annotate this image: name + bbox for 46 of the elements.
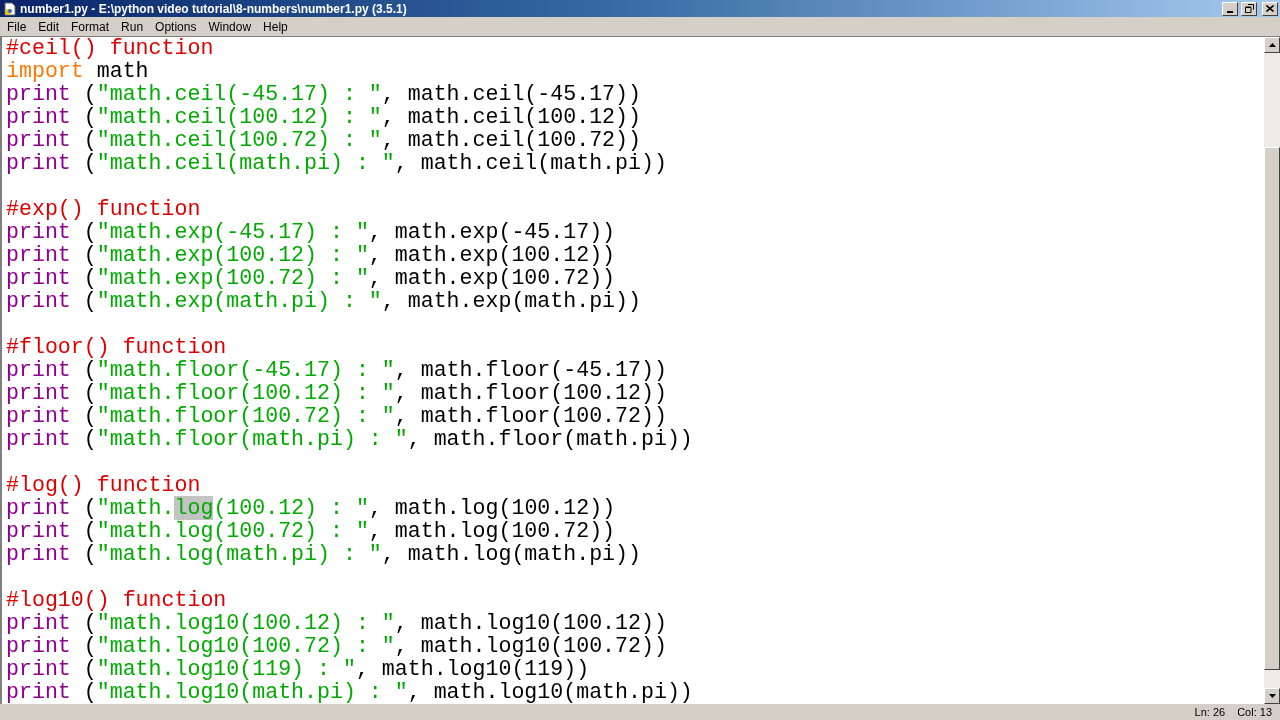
close-button[interactable] <box>1262 1 1278 16</box>
restore-icon <box>1244 4 1254 13</box>
code-line: print ("math.ceil(100.12) : ", math.ceil(100.12)) <box>6 106 642 129</box>
python-file-icon <box>3 1 17 16</box>
code-line: print ("math.ceil(100.72) : ", math.ceil(100.72)) <box>6 129 642 152</box>
line-number-status: Ln: 26 <box>1194 704 1226 720</box>
code-line: print ("math.log(math.pi) : ", math.log(math.pi)) <box>6 543 642 566</box>
code-line: #log() function <box>6 474 202 497</box>
close-icon <box>1266 5 1274 12</box>
code-line: #exp() function <box>6 198 202 221</box>
scroll-down-button[interactable] <box>1264 688 1280 704</box>
code-line: #log10() function <box>6 589 228 612</box>
menu-item[interactable]: Help <box>257 17 294 36</box>
code-line: print ("math.log10(100.72) : ", math.log10(100.72)) <box>6 635 668 658</box>
code-line: print ("math.exp(-45.17) : ", math.exp(-45.17)) <box>6 221 617 244</box>
menu-item[interactable]: File <box>1 17 33 36</box>
menu-item[interactable]: Edit <box>32 17 66 36</box>
code-line: print ("math.log10(119) : ", math.log10(119)) <box>6 658 591 681</box>
code-line: print ("math.floor(100.72) : ", math.floor(100.72)) <box>6 405 668 428</box>
menu-item[interactable]: Run <box>115 17 150 36</box>
menu-item[interactable]: Window <box>202 17 258 36</box>
scroll-up-button[interactable] <box>1264 37 1280 53</box>
code-line: print ("math.log10(100.12) : ", math.log10(100.12)) <box>6 612 668 635</box>
code-line: print ("math.log(100.72) : ", math.log(100.72)) <box>6 520 617 543</box>
code-line: print ("math.log(100.12) : ", math.log(100.12)) <box>6 497 617 520</box>
code-line: #ceil() function <box>6 37 215 60</box>
code-line: print ("math.floor(-45.17) : ", math.floor(-45.17)) <box>6 359 668 382</box>
column-number-status: Col: 13 <box>1237 704 1272 720</box>
code-line: print ("math.floor(100.12) : ", math.floor(100.12)) <box>6 382 668 405</box>
up-arrow-icon <box>1268 43 1276 47</box>
minimize-button[interactable] <box>1222 1 1238 16</box>
code-line: print ("math.floor(math.pi) : ", math.floor(math.pi)) <box>6 428 694 451</box>
code-line: print ("math.exp(100.72) : ", math.exp(100.72)) <box>6 267 617 290</box>
code-line: print ("math.ceil(-45.17) : ", math.ceil(-45.17)) <box>6 83 642 106</box>
menu-item[interactable]: Options <box>149 17 203 36</box>
code-line: import math <box>6 60 150 83</box>
code-line: print ("math.exp(100.12) : ", math.exp(100.12)) <box>6 244 617 267</box>
menu-item[interactable]: Format <box>65 17 116 36</box>
down-arrow-icon <box>1268 694 1276 698</box>
code-line: print ("math.exp(math.pi) : ", math.exp(math.pi)) <box>6 290 642 313</box>
code-line: print ("math.ceil(math.pi) : ", math.ceil(math.pi)) <box>6 152 668 175</box>
restore-button[interactable] <box>1241 1 1257 16</box>
code-line: #floor() function <box>6 336 228 359</box>
minimize-icon <box>1227 10 1233 13</box>
code-line: print ("math.log10(math.pi) : ", math.log10(math.pi)) <box>6 681 694 704</box>
window-title: number1.py - E:\python video tutorial\8-numbers\number1.py (3.5.1) <box>20 0 407 18</box>
